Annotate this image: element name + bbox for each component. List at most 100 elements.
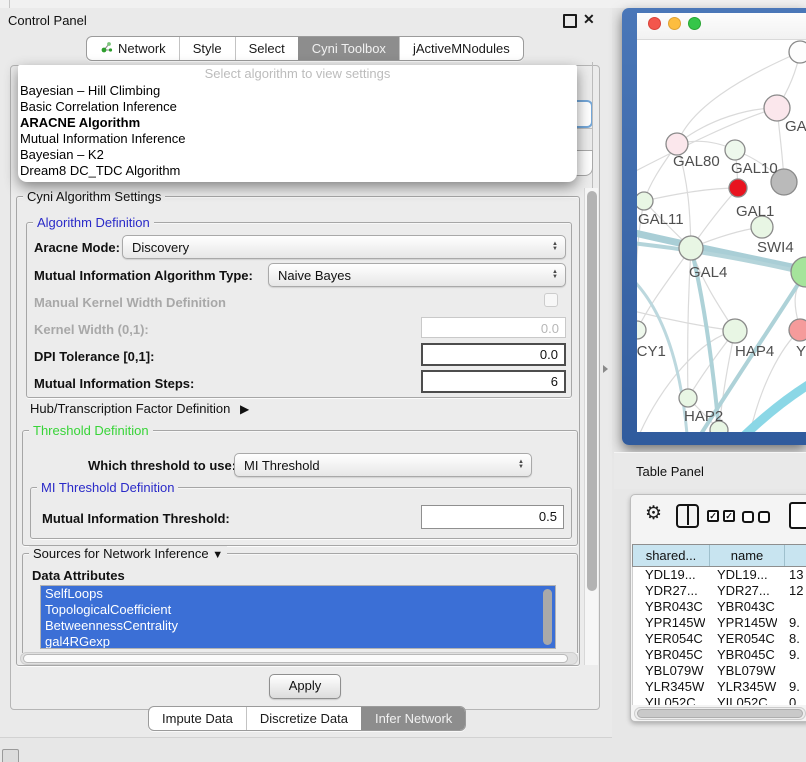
table-row[interactable]: YDR27...YDR27...12 [633,583,806,599]
network-node[interactable] [679,389,697,407]
network-node[interactable] [637,321,646,339]
column-header-shared[interactable]: shared... [633,545,710,566]
settings-horizontal-scrollbar[interactable] [20,652,578,665]
gear-icon[interactable]: ⚙ [645,502,662,525]
tab-select[interactable]: Select [235,37,298,60]
table-row[interactable]: YPR145WYPR145W9. [633,615,806,631]
dropdown-item-bayesian-hill-climbing[interactable]: Bayesian – Hill Climbing [18,83,577,99]
table-row[interactable]: YIL052CYIL052C0 [633,695,806,705]
table-row[interactable]: YBL079WYBL079W [633,663,806,679]
network-node[interactable] [637,192,653,210]
attribute-item-betweennesscentrality[interactable]: BetweennessCentrality [41,618,555,634]
settings-vertical-thumb[interactable] [587,191,597,591]
table-row[interactable]: YER054CYER054C8. [633,631,806,647]
table-body: YDL19...YDL19...13YDR27...YDR27...12YBR0… [632,567,806,705]
document-icon[interactable] [789,502,806,529]
manual-kernel-checkbox[interactable] [544,293,558,307]
dock-item-icon[interactable] [2,749,19,762]
table-cell: 0 [777,695,806,705]
network-view-titlebar[interactable] [637,13,806,40]
close-panel-icon[interactable]: ✕ [583,11,595,28]
network-node[interactable] [679,236,703,260]
network-edge[interactable] [644,188,738,201]
tab-impute-data[interactable]: Impute Data [149,707,246,730]
dropdown-item-mutual-information-inference[interactable]: Mutual Information Inference [18,131,577,147]
network-edge[interactable] [691,248,735,331]
network-view-window: GALGAL80GAL10GAL1GAL11SWI4GAL4GCY1HAP4YH… [622,8,806,445]
network-tab-icon [100,41,113,57]
deselect-all-checks-icon[interactable] [742,511,770,523]
dropdown-item-dream8-dc-tdc-algorithm[interactable]: Dream8 DC_TDC Algorithm [18,163,577,179]
tab-label: Network [118,41,166,56]
tab-network[interactable]: Network [87,37,179,60]
attribute-item-gal4rgexp[interactable]: gal4RGexp [41,634,555,649]
network-node-label-hap4: HAP4 [735,343,774,360]
network-node[interactable] [791,257,806,287]
table-cell: YDR27... [633,583,705,599]
float-panel-icon[interactable] [563,14,577,28]
network-edge-highlight[interactable] [745,385,806,432]
table-cell: YIL052C [705,695,777,705]
which-threshold-label: Which threshold to use: [88,458,236,473]
network-node-label-gal10: GAL10 [731,160,778,177]
network-edge[interactable] [637,308,735,331]
dropdown-item-bayesian-k2[interactable]: Bayesian – K2 [18,147,577,163]
table-row[interactable]: YBR043CYBR043C [633,599,806,615]
table-row[interactable]: YDL19...YDL19...13 [633,567,806,583]
tab-style[interactable]: Style [179,37,235,60]
mi-threshold-field[interactable]: 0.5 [421,505,564,529]
mi-type-combo[interactable]: Naive Bayes ▲▼ [268,263,566,287]
expanded-arrow-icon: ▼ [212,549,223,561]
attr-list-scrollbar[interactable] [543,589,552,645]
table-cell: 9. [777,615,806,631]
settings-horizontal-thumb[interactable] [23,654,568,663]
table-cell: YIL052C [633,695,705,705]
aracne-mode-combo[interactable]: Discovery ▲▼ [122,235,566,259]
attribute-item-selfloops[interactable]: SelfLoops [41,586,555,602]
tab-infer-network[interactable]: Infer Network [361,707,465,730]
select-all-checks-icon[interactable]: ✓✓ [707,510,735,522]
table-cell: YBR043C [705,599,777,615]
settings-vertical-scrollbar[interactable] [584,188,598,665]
table-row[interactable]: YLR345WYLR345W9. [633,679,806,695]
splitter-arrow-icon[interactable] [603,365,608,373]
network-node[interactable] [725,140,745,160]
dropdown-item-basic-correlation-inference[interactable]: Basic Correlation Inference [18,99,577,115]
zoom-window-icon[interactable] [688,17,701,30]
which-threshold-combo[interactable]: MI Threshold ▲▼ [234,453,532,477]
network-node[interactable] [723,319,747,343]
mi-steps-field[interactable]: 6 [421,370,566,393]
table-cell: 13 [777,567,806,583]
dropdown-item-aracne-algorithm[interactable]: ARACNE Algorithm [18,115,577,131]
network-node-label-gal4: GAL4 [689,264,727,281]
cyni-mode-tabs: Impute DataDiscretize DataInfer Network [148,706,466,731]
dpi-tolerance-field[interactable]: 0.0 [421,343,566,366]
data-attributes-list[interactable]: SelfLoopsTopologicalCoefficientBetweenne… [40,585,556,649]
column-header-name[interactable]: name [710,545,785,566]
table-horizontal-thumb[interactable] [637,709,803,718]
close-window-icon[interactable] [648,17,661,30]
columns-icon[interactable] [676,504,699,528]
network-node[interactable] [666,133,688,155]
tab-label: Select [249,41,285,56]
table-horizontal-scrollbar[interactable] [634,707,806,720]
tab-label: Style [193,41,222,56]
sources-group-title[interactable]: Sources for Network Inference ▼ [29,546,227,563]
tab-discretize-data[interactable]: Discretize Data [246,707,361,730]
tab-cyni-toolbox[interactable]: Cyni Toolbox [298,37,399,60]
network-node-label-hap2: HAP2 [684,408,723,425]
attribute-item-topologicalcoefficient[interactable]: TopologicalCoefficient [41,602,555,618]
tab-jactivemnodules[interactable]: jActiveMNodules [399,37,523,60]
apply-button[interactable]: Apply [269,674,341,699]
algorithm-dropdown: Select algorithm to view settings Bayesi… [18,65,577,182]
kernel-width-field[interactable]: 0.0 [421,317,566,338]
network-node[interactable] [789,319,806,341]
table-row[interactable]: YBR045CYBR045C9. [633,647,806,663]
minimize-window-icon[interactable] [668,17,681,30]
network-canvas[interactable]: GALGAL80GAL10GAL1GAL11SWI4GAL4GCY1HAP4YH… [637,39,806,432]
column-header-a[interactable]: A [785,545,806,566]
network-node[interactable] [789,41,806,63]
hub-definition-toggle[interactable]: Hub/Transcription Factor Definition ▶ [30,401,249,416]
network-node[interactable] [729,179,747,197]
table-cell: YER054C [633,631,705,647]
